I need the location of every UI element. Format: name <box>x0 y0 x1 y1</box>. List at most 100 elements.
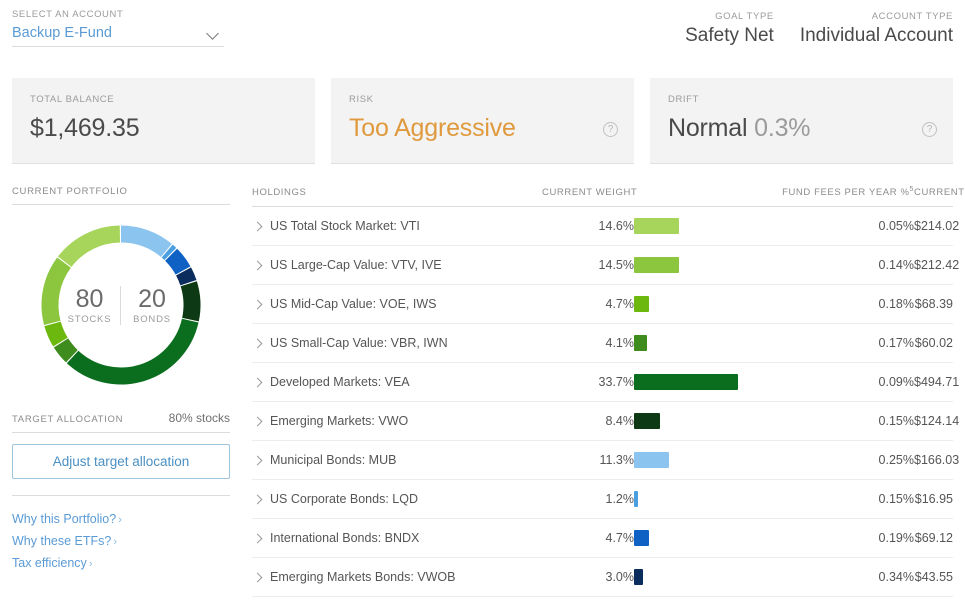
holding-name-toggle[interactable]: US Large-Cap Value: VTV, IVE <box>252 258 542 272</box>
total-value: $1,469.35 <box>914 597 953 609</box>
drift-percent-value: 0.3% <box>754 114 811 142</box>
donut-bonds-label: BONDS <box>133 313 171 325</box>
holding-name-toggle[interactable]: US Corporate Bonds: LQD <box>252 492 542 506</box>
holding-name-toggle[interactable]: Emerging Markets Bonds: VWOB <box>252 570 542 584</box>
holding-weight-bar <box>634 257 679 274</box>
holding-weight-bar-cell <box>634 518 764 559</box>
sidebar-divider <box>12 495 230 496</box>
link-why-these-etfs[interactable]: Why these ETFs? › <box>12 531 230 553</box>
holding-name-toggle[interactable]: Municipal Bonds: MUB <box>252 453 542 467</box>
holding-weight-bar-cell <box>634 440 764 481</box>
holding-weight-bar-cell <box>634 401 764 442</box>
chevron-right-icon[interactable] <box>252 455 263 466</box>
holding-name: US Mid-Cap Value: VOE, IWS <box>270 297 437 312</box>
header-stats: GOAL TYPE Safety Net ACCOUNT TYPE Indivi… <box>685 8 953 48</box>
table-row[interactable]: Municipal Bonds: MUB 11.3% 0.25% $166.03 <box>252 440 959 481</box>
holding-name-cell[interactable]: US Total Stock Market: VTI <box>252 206 542 247</box>
chevron-right-icon[interactable] <box>252 299 263 310</box>
link-why-this-portfolio-text: Why this Portfolio? <box>12 512 117 526</box>
total-fee: 0.14% <box>764 597 914 609</box>
chevron-right-icon[interactable] <box>252 416 263 427</box>
table-row[interactable]: International Bonds: BNDX 4.7% 0.19% $69.12 <box>252 518 953 559</box>
holding-name-toggle[interactable]: Developed Markets: VEA <box>252 375 542 389</box>
holding-name-cell[interactable]: US Corporate Bonds: LQD <box>252 479 542 520</box>
chevron-right-icon[interactable] <box>252 533 263 544</box>
chevron-right-icon: › <box>118 514 122 526</box>
table-total-row: Total100% 0.14%$1,469.35 <box>252 597 953 609</box>
risk-card: RISK Too Aggressive ? <box>331 78 634 164</box>
holding-weight-bar <box>634 374 738 391</box>
account-selector[interactable]: SELECT AN ACCOUNT Backup E-Fund <box>12 8 224 47</box>
holding-name-cell[interactable]: Emerging Markets: VWO <box>252 401 542 442</box>
allocation-donut-chart: 80 STOCKS 20 BONDS <box>12 205 230 405</box>
total-balance-label: TOTAL BALANCE <box>30 94 115 105</box>
holding-value: $212.42 <box>914 245 959 286</box>
chevron-right-icon[interactable] <box>252 572 263 583</box>
holding-value: $60.02 <box>914 323 953 364</box>
drift-help-icon[interactable]: ? <box>922 122 937 137</box>
total-bar-spacer <box>634 597 764 609</box>
account-type-label: ACCOUNT TYPE <box>871 11 953 22</box>
holding-name-toggle[interactable]: US Total Stock Market: VTI <box>252 219 542 233</box>
holdings-table-body: US Total Stock Market: VTI 14.6% 0.05% $214… <box>252 206 959 609</box>
table-row[interactable]: US Corporate Bonds: LQD 1.2% 0.15% $16.95 <box>252 479 953 520</box>
adjust-target-allocation-button[interactable]: Adjust target allocation <box>12 444 230 479</box>
holding-fee: 0.17% <box>764 323 914 364</box>
holding-value: $166.03 <box>914 440 959 481</box>
holding-name-toggle[interactable]: Emerging Markets: VWO <box>252 414 542 428</box>
table-row[interactable]: Developed Markets: VEA 33.7% 0.09% $494.71 <box>252 362 959 403</box>
holding-value: $124.14 <box>914 401 959 442</box>
risk-label: RISK <box>349 94 374 105</box>
holding-name-cell[interactable]: US Large-Cap Value: VTV, IVE <box>252 245 542 286</box>
table-row[interactable]: Emerging Markets Bonds: VWOB 3.0% 0.34% $43… <box>252 557 953 598</box>
table-row[interactable]: US Small-Cap Value: VBR, IWN 4.1% 0.17% $60… <box>252 323 953 364</box>
total-label: Total <box>252 597 542 609</box>
holding-weight-bar <box>634 335 647 352</box>
holding-weight-bar <box>634 452 669 469</box>
link-tax-efficiency[interactable]: Tax efficiency › <box>12 553 230 575</box>
col-current-weight: CURRENT WEIGHT <box>542 186 637 208</box>
col-fund-fees: FUND FEES PER YEAR %5 <box>764 186 914 208</box>
holding-name-cell[interactable]: US Small-Cap Value: VBR, IWN <box>252 323 542 364</box>
holding-weight-bar <box>634 218 679 235</box>
account-selector-control[interactable]: Backup E-Fund <box>12 24 224 47</box>
chevron-right-icon[interactable] <box>252 377 263 388</box>
chevron-right-icon[interactable] <box>252 494 263 505</box>
holding-weight-bar-cell <box>634 284 764 325</box>
chevron-down-icon[interactable] <box>207 29 220 37</box>
donut-graphic: 80 STOCKS 20 BONDS <box>38 222 204 388</box>
holding-weight-bar <box>634 530 649 547</box>
chevron-right-icon[interactable] <box>252 221 263 232</box>
table-row[interactable]: US Mid-Cap Value: VOE, IWS 4.7% 0.18% $68.3… <box>252 284 953 325</box>
holding-name: Emerging Markets Bonds: VWOB <box>270 570 456 585</box>
goal-type-stat: GOAL TYPE Safety Net <box>685 10 774 48</box>
holding-name-cell[interactable]: International Bonds: BNDX <box>252 518 542 559</box>
holding-weight-bar-cell <box>634 557 764 598</box>
holding-name-cell[interactable]: Municipal Bonds: MUB <box>252 440 542 481</box>
chevron-right-icon[interactable] <box>252 338 263 349</box>
portfolio-sidebar: CURRENT PORTFOLIO 80 STOCKS 20 BONDS TAR… <box>12 186 230 609</box>
chevron-right-icon[interactable] <box>252 260 263 271</box>
holding-name-toggle[interactable]: US Small-Cap Value: VBR, IWN <box>252 336 542 350</box>
holding-name-toggle[interactable]: US Mid-Cap Value: VOE, IWS <box>252 297 542 311</box>
holding-name-cell[interactable]: US Mid-Cap Value: VOE, IWS <box>252 284 542 325</box>
table-row[interactable]: US Total Stock Market: VTI 14.6% 0.05% $214… <box>252 206 959 247</box>
holdings-table: HOLDINGS CURRENT WEIGHT FUND FEES PER YE… <box>252 186 965 609</box>
holding-value: $214.02 <box>914 206 959 247</box>
table-row[interactable]: US Large-Cap Value: VTV, IVE 14.5% 0.14% $2… <box>252 245 959 286</box>
target-allocation-value: 80% stocks <box>168 411 230 425</box>
risk-help-icon[interactable]: ? <box>603 122 618 137</box>
link-why-these-etfs-text: Why these ETFs? <box>12 534 112 548</box>
total-weight: 100% <box>542 597 634 609</box>
holding-weight-bar-cell <box>634 245 764 286</box>
link-why-this-portfolio[interactable]: Why this Portfolio? › <box>12 509 230 531</box>
holding-name-cell[interactable]: Developed Markets: VEA <box>252 362 542 403</box>
table-row[interactable]: Emerging Markets: VWO 8.4% 0.15% $124.14 <box>252 401 959 442</box>
holding-name-cell[interactable]: Emerging Markets Bonds: VWOB <box>252 557 542 598</box>
holding-fee: 0.34% <box>764 557 914 598</box>
donut-bonds-number: 20 <box>138 284 166 313</box>
donut-bonds: 20 BONDS <box>121 284 183 325</box>
holding-name-toggle[interactable]: International Bonds: BNDX <box>252 531 542 545</box>
holding-weight-bar-cell <box>634 362 764 403</box>
holding-weight: 14.5% <box>542 245 634 286</box>
